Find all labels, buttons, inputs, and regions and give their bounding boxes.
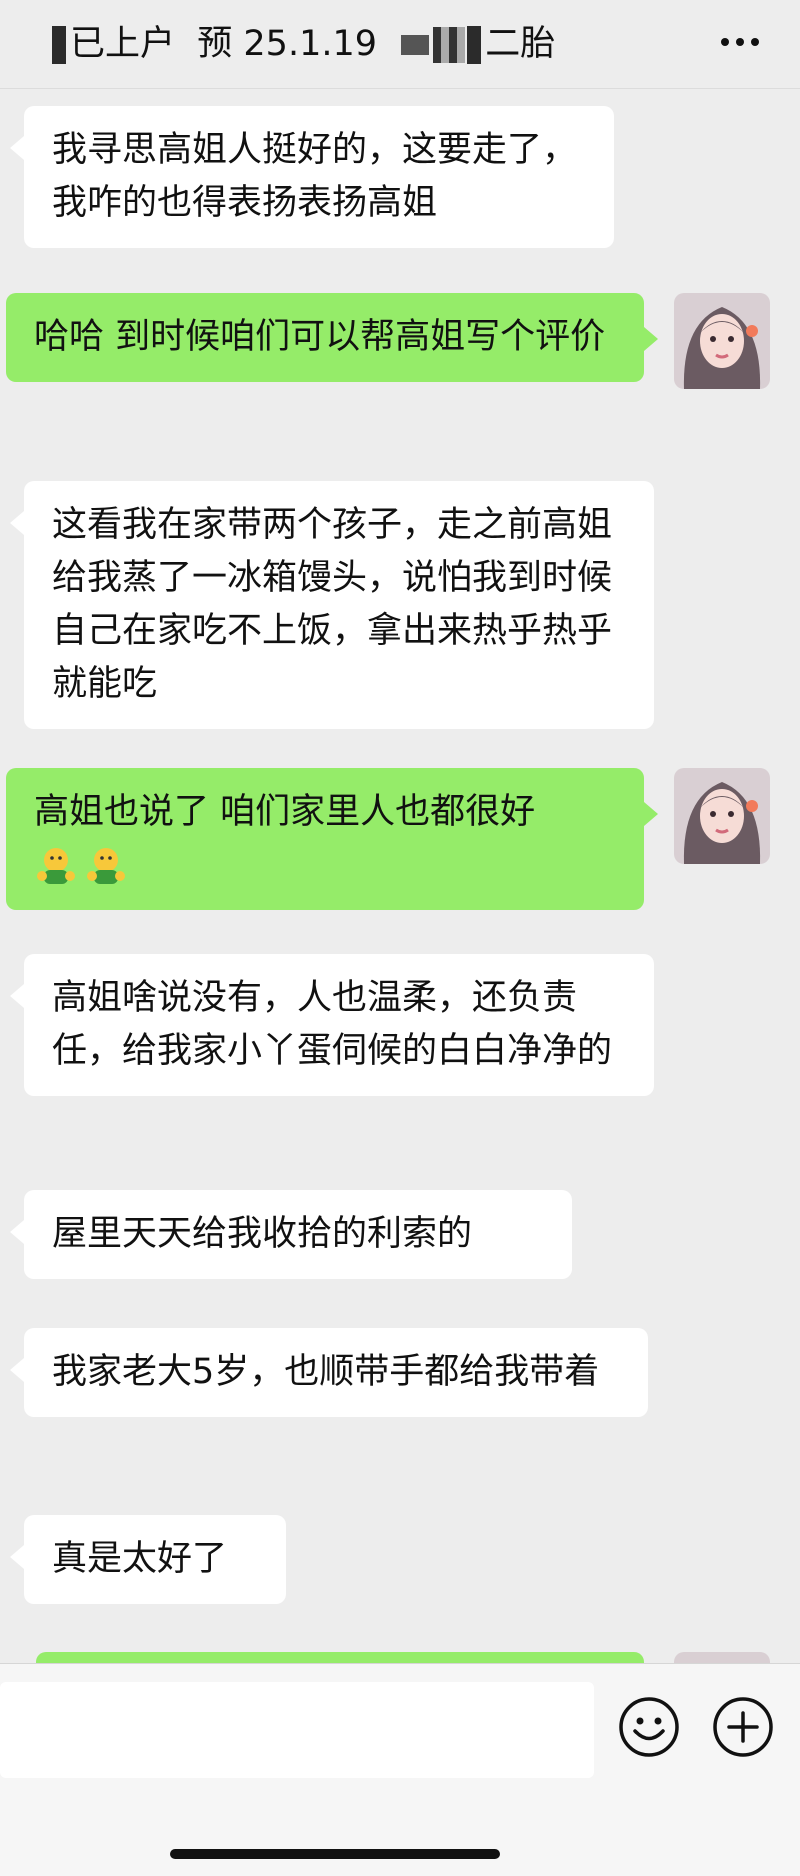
redacted-mark	[52, 26, 66, 64]
message-text: 高姐啥说没有，人也温柔，还负责任，给我家小丫蛋伺候的白白净净的	[52, 978, 613, 1071]
avatar[interactable]	[674, 768, 770, 864]
title-status: 已上户	[70, 24, 176, 64]
avatar[interactable]	[674, 293, 770, 389]
redacted-mark	[401, 35, 430, 55]
message-bubble-incoming[interactable]: 我寻思高姐人挺好的，这要走了，我咋的也得表扬表扬高姐	[10, 106, 614, 248]
smiley-icon[interactable]	[618, 1696, 680, 1758]
input-bar	[0, 1663, 800, 1876]
message-bubble-incoming[interactable]: 这看我在家带两个孩子，走之前高姐给我蒸了一冰箱馒头，说怕我到时候自己在家吃不上饭…	[10, 481, 654, 729]
message-input[interactable]	[0, 1682, 594, 1778]
chat-header: 已上户 预 25.1.19 二胎	[0, 0, 800, 89]
message-bubble-outgoing-partial[interactable]	[36, 1652, 644, 1663]
more-dots-icon[interactable]	[710, 20, 770, 64]
message-bubble-incoming[interactable]: 高姐啥说没有，人也温柔，还负责任，给我家小丫蛋伺候的白白净净的	[10, 954, 654, 1096]
emoji-icon	[34, 844, 78, 888]
title-date: 预 25.1.19	[197, 24, 377, 64]
message-text: 哈哈 到时候咱们可以帮高姐写个评价	[34, 317, 606, 357]
avatar-partial	[674, 1652, 770, 1663]
plus-circle-icon[interactable]	[712, 1696, 774, 1758]
home-indicator[interactable]	[170, 1849, 500, 1859]
message-list[interactable]: 我寻思高姐人挺好的，这要走了，我咋的也得表扬表扬高姐 哈哈 到时候咱们可以帮高姐…	[0, 88, 800, 1663]
redacted-mark	[433, 27, 466, 63]
message-text: 我家老大5岁，也顺带手都给我带着	[52, 1352, 600, 1392]
message-bubble-incoming[interactable]: 真是太好了	[10, 1515, 286, 1604]
message-text: 真是太好了	[52, 1539, 228, 1579]
message-bubble-outgoing[interactable]: 哈哈 到时候咱们可以帮高姐写个评价	[6, 293, 658, 382]
emoji-icon	[84, 844, 128, 888]
chat-title: 已上户 预 25.1.19 二胎	[52, 16, 555, 72]
message-bubble-incoming[interactable]: 屋里天天给我收拾的利索的	[10, 1190, 572, 1279]
message-bubble-outgoing[interactable]: 高姐也说了 咱们家里人也都很好	[6, 768, 658, 910]
message-text: 这看我在家带两个孩子，走之前高姐给我蒸了一冰箱馒头，说怕我到时候自己在家吃不上饭…	[52, 505, 613, 704]
message-text: 高姐也说了 咱们家里人也都很好	[34, 792, 536, 832]
message-text: 我寻思高姐人挺好的，这要走了，我咋的也得表扬表扬高姐	[52, 130, 578, 223]
message-text: 屋里天天给我收拾的利索的	[52, 1214, 473, 1254]
title-suffix: 二胎	[485, 24, 556, 64]
message-bubble-incoming[interactable]: 我家老大5岁，也顺带手都给我带着	[10, 1328, 648, 1417]
redacted-mark	[467, 26, 482, 64]
